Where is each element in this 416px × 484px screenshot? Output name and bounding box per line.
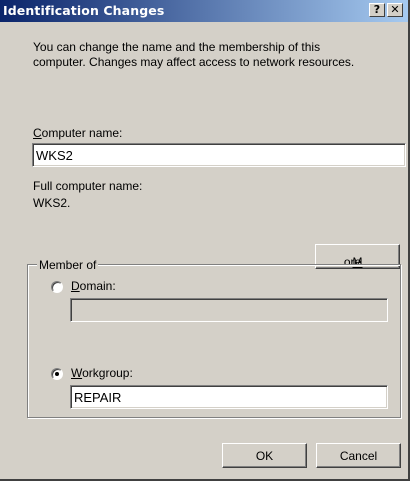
title-bar: Identification Changes ? ✕	[0, 0, 408, 22]
help-button[interactable]: ?	[369, 3, 385, 17]
ok-button[interactable]: OK	[222, 443, 307, 468]
dialog-title: Identification Changes	[3, 3, 165, 18]
description-line-1: You can change the name and the membersh…	[33, 40, 321, 54]
computer-name-field[interactable]	[32, 143, 406, 167]
workgroup-label-text: orkgroup:	[82, 366, 133, 380]
computer-name-label-text: omputer name:	[41, 126, 123, 140]
domain-field[interactable]	[70, 298, 388, 322]
full-computer-name-label: Full computer name:	[33, 179, 143, 193]
workgroup-label[interactable]: Workgroup:	[71, 366, 133, 380]
cancel-button-label: Cancel	[339, 449, 378, 463]
radio-selected-dot	[55, 372, 59, 376]
domain-input[interactable]	[73, 301, 385, 319]
domain-access-key: D	[71, 279, 80, 293]
workgroup-access-key: W	[71, 366, 83, 380]
member-of-legend: Member of	[37, 258, 99, 272]
close-button[interactable]: ✕	[387, 3, 403, 17]
full-computer-name-value: WKS2.	[33, 196, 71, 210]
domain-radio[interactable]	[51, 281, 63, 293]
ok-button-label: OK	[255, 449, 274, 463]
domain-label[interactable]: Domain:	[71, 279, 116, 293]
identification-changes-dialog: Identification Changes ? ✕ You can chang…	[0, 0, 410, 481]
workgroup-radio[interactable]	[51, 368, 63, 380]
workgroup-field[interactable]	[70, 385, 388, 409]
workgroup-input[interactable]	[73, 388, 385, 406]
computer-name-input[interactable]	[35, 146, 403, 164]
computer-name-label: Computer name:	[33, 126, 122, 140]
cancel-button[interactable]: Cancel	[316, 443, 401, 468]
description-line-2: computer. Changes may affect access to n…	[33, 55, 355, 69]
computer-name-access-key: C	[33, 126, 42, 140]
domain-label-text: omain:	[79, 279, 116, 293]
